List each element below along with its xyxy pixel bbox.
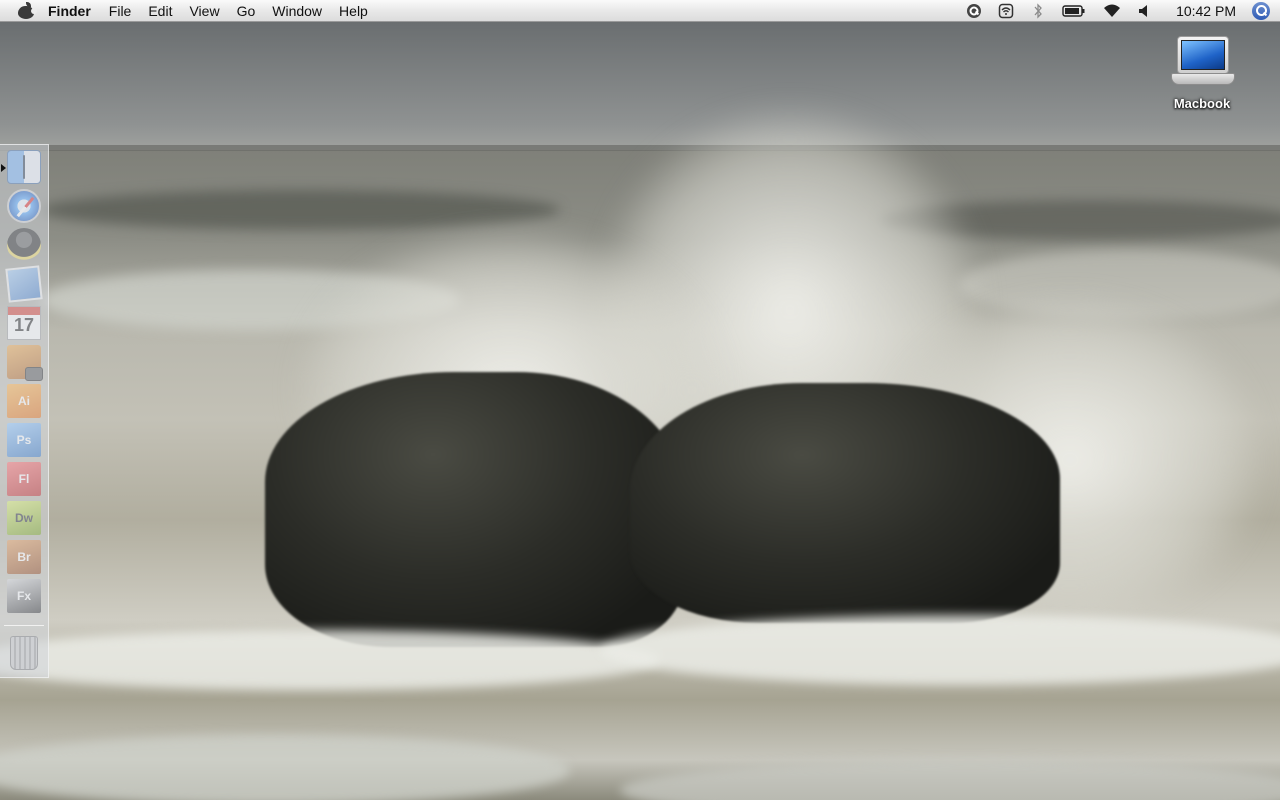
- wallpaper-foam: [0, 630, 660, 690]
- menu-app-name[interactable]: Finder: [48, 3, 91, 19]
- desktop-icon-macbook[interactable]: Macbook: [1160, 34, 1244, 111]
- wallpaper-sky: [0, 22, 1280, 150]
- airport-base-icon[interactable]: [998, 3, 1014, 19]
- menu-help[interactable]: Help: [339, 3, 368, 19]
- menu-go[interactable]: Go: [237, 3, 256, 19]
- wallpaper-rock: [630, 383, 1060, 623]
- laptop-icon: [1171, 34, 1235, 90]
- wallpaper-horizon: [0, 145, 1280, 151]
- desktop-wallpaper: [0, 0, 1280, 800]
- battery-icon[interactable]: [1062, 3, 1086, 19]
- dock-separator: [4, 625, 44, 626]
- bluetooth-icon[interactable]: [1030, 2, 1046, 19]
- apple-icon[interactable]: [18, 2, 37, 19]
- menu-clock[interactable]: 10:42 PM: [1176, 3, 1236, 19]
- menu-bar: Finder File Edit View Go Window Help 10:…: [0, 0, 1280, 22]
- volume-icon[interactable]: [1138, 3, 1150, 19]
- menu-edit[interactable]: Edit: [148, 3, 172, 19]
- wallpaper-swell: [40, 190, 560, 230]
- menu-extras: 10:42 PM: [958, 0, 1280, 22]
- menu-view[interactable]: View: [189, 3, 219, 19]
- running-indicator: [1, 164, 6, 172]
- desktop-icon-label: Macbook: [1173, 96, 1231, 111]
- wallpaper-foam: [600, 615, 1280, 685]
- menu-file[interactable]: File: [109, 3, 132, 19]
- wallpaper-foam: [0, 735, 570, 800]
- quicksilver-icon[interactable]: [966, 3, 982, 19]
- dock: [0, 144, 49, 678]
- wallpaper-foam: [620, 760, 1280, 800]
- spotlight-icon[interactable]: [1252, 1, 1270, 20]
- menu-window[interactable]: Window: [272, 3, 322, 19]
- wallpaper-rock: [265, 372, 685, 647]
- wifi-icon[interactable]: [1102, 3, 1122, 19]
